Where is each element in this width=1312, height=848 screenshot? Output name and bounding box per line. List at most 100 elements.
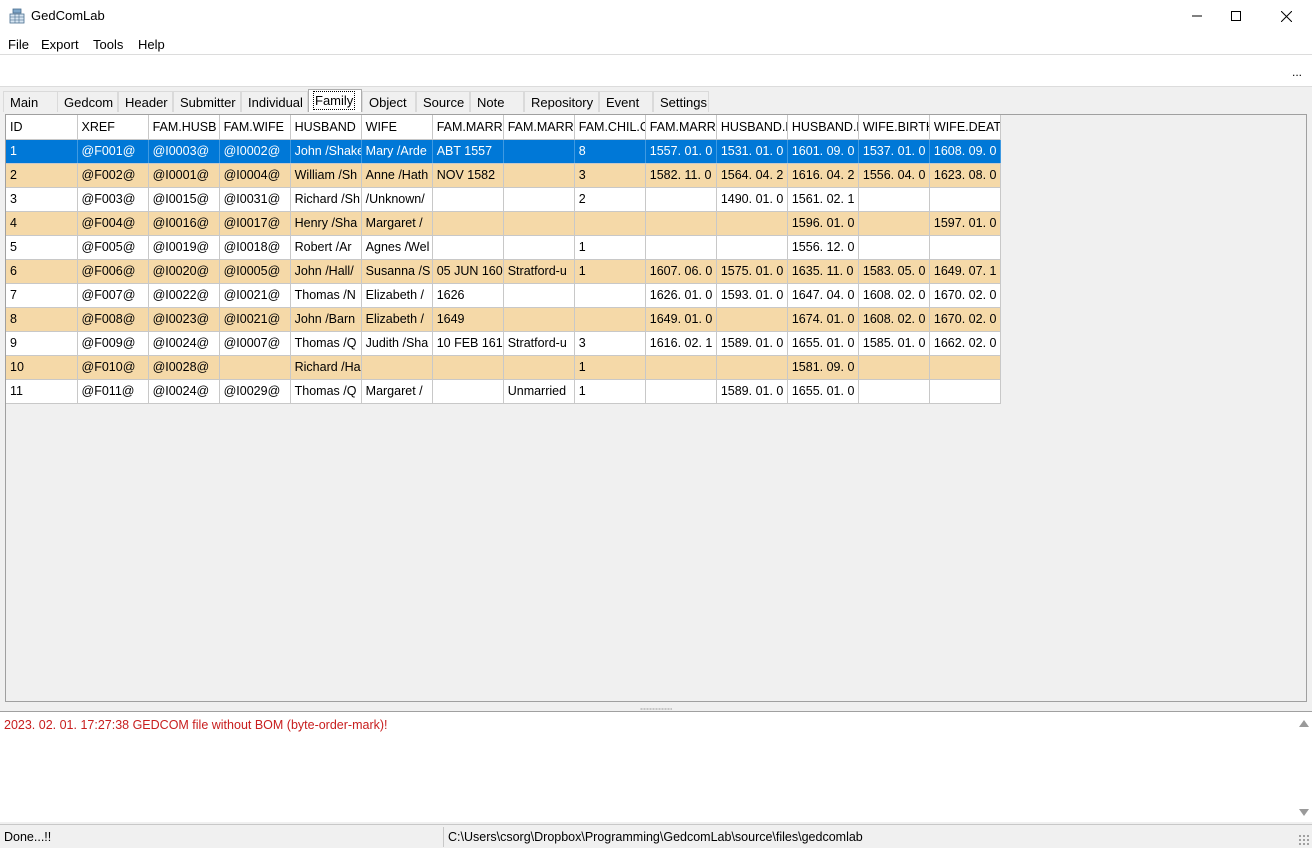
table-cell[interactable]: NOV 1582 — [432, 163, 504, 188]
table-cell[interactable] — [929, 235, 1002, 260]
table-cell[interactable]: 8 — [6, 307, 78, 332]
table-cell[interactable]: @I0004@ — [219, 163, 291, 188]
table-cell[interactable]: 1556. 12. 0 — [787, 235, 859, 260]
close-button[interactable] — [1263, 0, 1309, 32]
table-cell[interactable]: 10 — [6, 355, 78, 380]
table-cell[interactable]: 1583. 05. 0 — [858, 259, 930, 284]
table-cell[interactable] — [503, 187, 575, 212]
table-cell[interactable]: Anne /Hath — [361, 163, 433, 188]
table-cell[interactable]: 1593. 01. 0 — [716, 283, 788, 308]
table-cell[interactable]: @I0020@ — [148, 259, 220, 284]
table-cell[interactable]: 1556. 04. 0 — [858, 163, 930, 188]
table-cell[interactable]: @F002@ — [77, 163, 149, 188]
table-cell[interactable]: 1 — [574, 235, 646, 260]
table-cell[interactable]: @F001@ — [77, 139, 149, 164]
table-cell[interactable]: 1662. 02. 0 — [929, 331, 1002, 356]
tab-event[interactable]: Event — [599, 91, 653, 112]
tab-source[interactable]: Source — [416, 91, 470, 112]
table-cell[interactable] — [858, 379, 930, 404]
table-cell[interactable]: 1670. 02. 0 — [929, 283, 1002, 308]
table-cell[interactable] — [929, 355, 1002, 380]
table-cell[interactable]: John /Barn — [290, 307, 362, 332]
menu-tools[interactable]: Tools — [93, 37, 123, 52]
tab-family[interactable]: Family — [308, 89, 362, 112]
table-cell[interactable] — [503, 307, 575, 332]
table-cell[interactable]: 10 FEB 161 — [432, 331, 504, 356]
table-row[interactable]: 5 @F005@ @I0019@ @I0018@ Robert /Ar Agnes /We… — [6, 235, 1002, 260]
table-cell[interactable]: Thomas /N — [290, 283, 362, 308]
table-cell[interactable] — [929, 187, 1002, 212]
tab-header[interactable]: Header — [118, 91, 173, 112]
table-cell[interactable]: Margaret / — [361, 379, 433, 404]
table-cell[interactable]: @I0003@ — [148, 139, 220, 164]
table-cell[interactable]: 1575. 01. 0 — [716, 259, 788, 284]
table-cell[interactable]: 1490. 01. 0 — [716, 187, 788, 212]
table-cell[interactable]: 1655. 01. 0 — [787, 379, 859, 404]
table-cell[interactable]: 1589. 01. 0 — [716, 331, 788, 356]
tab-object[interactable]: Object — [362, 91, 416, 112]
table-cell[interactable]: 2 — [574, 187, 646, 212]
table-cell[interactable]: 1607. 06. 0 — [645, 259, 717, 284]
table-cell[interactable]: @I0023@ — [148, 307, 220, 332]
tab-individual[interactable]: Individual — [241, 91, 308, 112]
table-cell[interactable]: @I0021@ — [219, 307, 291, 332]
table-cell[interactable]: @F003@ — [77, 187, 149, 212]
table-cell[interactable]: 7 — [6, 283, 78, 308]
table-cell[interactable]: Richard /Sh — [290, 187, 362, 212]
table-cell[interactable]: @I0002@ — [219, 139, 291, 164]
table-cell[interactable]: 1 — [574, 259, 646, 284]
table-cell[interactable] — [503, 235, 575, 260]
table-row[interactable]: 7 @F007@ @I0022@ @I0021@ Thomas /N Elizabeth … — [6, 283, 1002, 308]
table-cell[interactable]: 3 — [574, 163, 646, 188]
log-scrollbar[interactable] — [1295, 712, 1312, 822]
column-header[interactable]: WIFE.DEATH — [929, 115, 1002, 140]
table-cell[interactable]: 1537. 01. 0 — [858, 139, 930, 164]
table-cell[interactable]: @F006@ — [77, 259, 149, 284]
table-cell[interactable]: 11 — [6, 379, 78, 404]
table-cell[interactable]: Robert /Ar — [290, 235, 362, 260]
table-cell[interactable]: Elizabeth / — [361, 283, 433, 308]
table-cell[interactable]: 1585. 01. 0 — [858, 331, 930, 356]
title-bar[interactable]: GedComLab — [0, 0, 1312, 32]
table-cell[interactable]: 3 — [574, 331, 646, 356]
table-cell[interactable]: @I0024@ — [148, 379, 220, 404]
table-cell[interactable]: @F007@ — [77, 283, 149, 308]
table-row[interactable]: 2 @F002@ @I0001@ @I0004@ William /Sh Anne /Ha… — [6, 163, 1002, 188]
table-row[interactable]: 11 @F011@ @I0024@ @I0029@ Thomas /Q Margaret … — [6, 379, 1002, 404]
resize-grip-icon[interactable] — [1298, 834, 1310, 846]
table-row[interactable]: 3 @F003@ @I0015@ @I0031@ Richard /Sh /Unknow… — [6, 187, 1002, 212]
table-row[interactable]: 8 @F008@ @I0023@ @I0021@ John /Barn Elizabeth… — [6, 307, 1002, 332]
table-row[interactable]: 1 @F001@ @I0003@ @I0002@ John /Shake Mary /Ar… — [6, 139, 1002, 164]
table-cell[interactable]: 1 — [574, 355, 646, 380]
table-cell[interactable]: @I0028@ — [148, 355, 220, 380]
table-cell[interactable] — [432, 211, 504, 236]
table-cell[interactable] — [432, 379, 504, 404]
table-cell[interactable]: 1626. 01. 0 — [645, 283, 717, 308]
table-cell[interactable]: 1674. 01. 0 — [787, 307, 859, 332]
table-cell[interactable]: 3 — [6, 187, 78, 212]
table-cell[interactable]: @I0005@ — [219, 259, 291, 284]
table-cell[interactable]: ABT 1557 — [432, 139, 504, 164]
family-grid[interactable]: ID XREF FAM.HUSB FAM.WIFE HUSBAND WIFE FAM.MAR… — [5, 114, 1307, 702]
table-cell[interactable]: 2 — [6, 163, 78, 188]
table-cell[interactable]: @F010@ — [77, 355, 149, 380]
table-cell[interactable] — [219, 355, 291, 380]
table-cell[interactable]: 1601. 09. 0 — [787, 139, 859, 164]
table-cell[interactable]: @F009@ — [77, 331, 149, 356]
table-cell[interactable]: Agnes /Wel — [361, 235, 433, 260]
table-cell[interactable]: John /Shake — [290, 139, 362, 164]
column-header[interactable]: FAM.MARR — [645, 115, 717, 140]
table-cell[interactable]: Judith /Sha — [361, 331, 433, 356]
table-cell[interactable] — [858, 211, 930, 236]
table-cell[interactable]: Elizabeth / — [361, 307, 433, 332]
table-cell[interactable]: /Unknown/ — [361, 187, 433, 212]
table-cell[interactable]: 1561. 02. 1 — [787, 187, 859, 212]
table-cell[interactable]: Unmarried — [503, 379, 575, 404]
scroll-up-icon[interactable] — [1299, 720, 1309, 727]
tab-repository[interactable]: Repository — [524, 91, 599, 112]
table-cell[interactable]: 1649 — [432, 307, 504, 332]
maximize-button[interactable] — [1213, 0, 1259, 32]
table-cell[interactable]: John /Hall/ — [290, 259, 362, 284]
table-cell[interactable] — [716, 307, 788, 332]
table-cell[interactable]: 1626 — [432, 283, 504, 308]
